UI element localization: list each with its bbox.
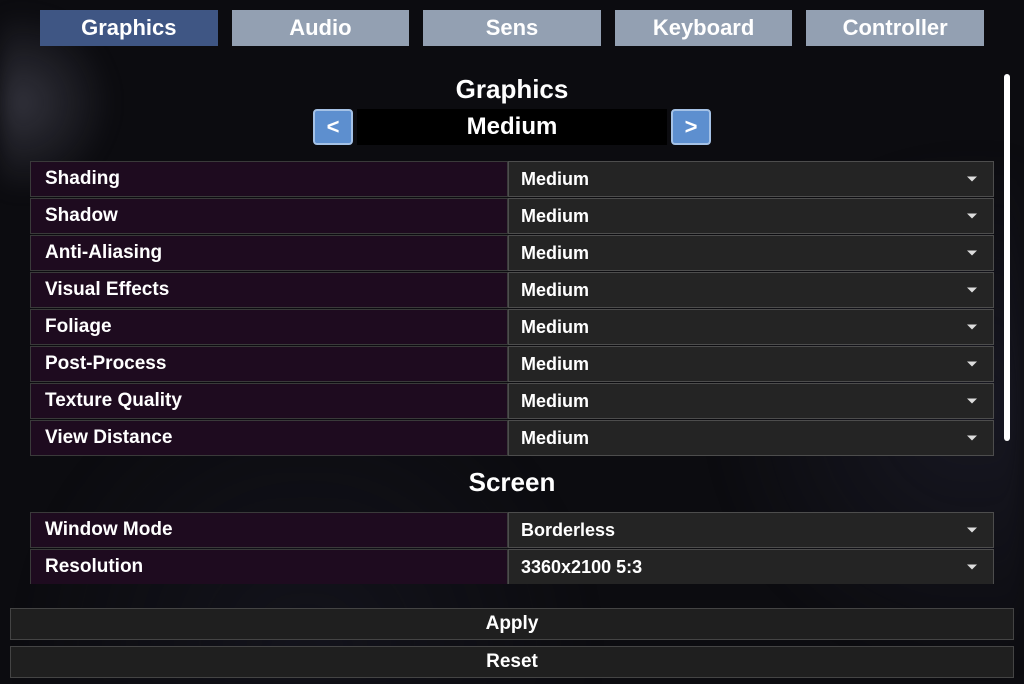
tab-sens[interactable]: Sens xyxy=(423,10,601,46)
setting-dropdown-window-mode[interactable]: Borderless xyxy=(508,512,994,548)
setting-row-resolution: Resolution 3360x2100 5:3 xyxy=(30,549,994,584)
setting-label: Shadow xyxy=(30,198,508,234)
section-title-graphics: Graphics xyxy=(30,74,994,105)
setting-row-foliage: Foliage Medium xyxy=(30,309,994,345)
setting-row-texture-quality: Texture Quality Medium xyxy=(30,383,994,419)
apply-button[interactable]: Apply xyxy=(10,608,1014,640)
setting-label: Anti-Aliasing xyxy=(30,235,508,271)
preset-value: Medium xyxy=(357,109,667,145)
scrollbar-thumb[interactable] xyxy=(1004,74,1010,441)
setting-dropdown-texture-quality[interactable]: Medium xyxy=(508,383,994,419)
graphics-preset-stepper: < Medium > xyxy=(30,109,994,145)
setting-label: Post-Process xyxy=(30,346,508,382)
section-title-screen: Screen xyxy=(30,467,994,498)
setting-label: Resolution xyxy=(30,549,508,584)
tab-graphics[interactable]: Graphics xyxy=(40,10,218,46)
setting-dropdown-post-process[interactable]: Medium xyxy=(508,346,994,382)
scrollbar[interactable] xyxy=(1004,74,1010,584)
tab-controller[interactable]: Controller xyxy=(806,10,984,46)
setting-label: Window Mode xyxy=(30,512,508,548)
setting-row-view-distance: View Distance Medium xyxy=(30,420,994,456)
reset-button[interactable]: Reset xyxy=(10,646,1014,678)
bottom-bar: Apply Reset xyxy=(10,608,1014,678)
setting-row-antialiasing: Anti-Aliasing Medium xyxy=(30,235,994,271)
tab-audio[interactable]: Audio xyxy=(232,10,410,46)
setting-label: Foliage xyxy=(30,309,508,345)
setting-dropdown-visual-effects[interactable]: Medium xyxy=(508,272,994,308)
setting-row-post-process: Post-Process Medium xyxy=(30,346,994,382)
setting-dropdown-shading[interactable]: Medium xyxy=(508,161,994,197)
tabs-bar: Graphics Audio Sens Keyboard Controller xyxy=(0,0,1024,46)
setting-label: Visual Effects xyxy=(30,272,508,308)
setting-dropdown-foliage[interactable]: Medium xyxy=(508,309,994,345)
preset-prev-button[interactable]: < xyxy=(313,109,353,145)
setting-label: Texture Quality xyxy=(30,383,508,419)
setting-dropdown-antialiasing[interactable]: Medium xyxy=(508,235,994,271)
tab-keyboard[interactable]: Keyboard xyxy=(615,10,793,46)
setting-row-shadow: Shadow Medium xyxy=(30,198,994,234)
setting-dropdown-view-distance[interactable]: Medium xyxy=(508,420,994,456)
setting-label: View Distance xyxy=(30,420,508,456)
setting-dropdown-shadow[interactable]: Medium xyxy=(508,198,994,234)
setting-row-shading: Shading Medium xyxy=(30,161,994,197)
setting-row-visual-effects: Visual Effects Medium xyxy=(30,272,994,308)
setting-row-window-mode: Window Mode Borderless xyxy=(30,512,994,548)
setting-label: Shading xyxy=(30,161,508,197)
settings-pane: Graphics < Medium > Shading Medium Shado… xyxy=(30,74,1004,584)
preset-next-button[interactable]: > xyxy=(671,109,711,145)
setting-dropdown-resolution[interactable]: 3360x2100 5:3 xyxy=(508,549,994,584)
